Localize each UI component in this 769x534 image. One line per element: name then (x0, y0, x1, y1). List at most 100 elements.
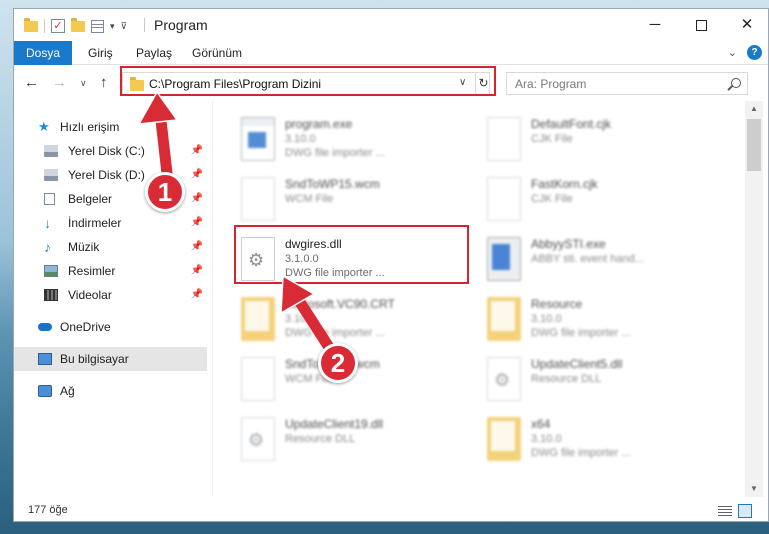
file-highlight-box (234, 225, 469, 284)
up-arrow-icon[interactable]: ↑ (100, 74, 108, 91)
address-highlight-box (120, 66, 496, 96)
file-item[interactable]: SndToWP15.wcm WCM File (239, 173, 479, 229)
search-box[interactable]: Ara: Program (506, 72, 748, 95)
status-bar: 177 öğe (14, 499, 768, 521)
scroll-down-icon[interactable]: ▼ (745, 481, 763, 497)
file-detail: WCM File (285, 193, 334, 205)
file-item[interactable]: UpdateClient19.dll Resource DLL (239, 413, 479, 469)
nav-item-label: Resimler (68, 264, 116, 278)
music-icon: ♪ (44, 239, 51, 255)
pictures-icon (44, 265, 58, 277)
nav-item-label: OneDrive (60, 320, 111, 334)
scroll-thumb[interactable] (747, 119, 761, 171)
nav-item-label: Ağ (60, 384, 75, 398)
tab-view[interactable]: Görünüm (180, 41, 254, 65)
pin-icon[interactable]: 📌 (191, 283, 203, 307)
nav-item-this-pc[interactable]: Bu bilgisayar (14, 347, 207, 371)
nav-item-pictures[interactable]: Resimler 📌 (14, 259, 207, 283)
maximize-button[interactable] (678, 9, 724, 41)
nav-item-label: Videolar (68, 288, 112, 302)
file-item[interactable]: SndToWP16.wcm WCM File (239, 353, 479, 409)
file-item[interactable]: FastKorn.cjk CJK File (485, 173, 725, 229)
dll-gear-icon (487, 357, 521, 401)
help-icon[interactable]: ? (747, 45, 762, 60)
file-name: program.exe (285, 117, 353, 131)
file-name: UpdateClient5.dll (531, 357, 623, 371)
star-icon: ★ (38, 119, 50, 134)
pin-icon[interactable]: 📌 (191, 235, 203, 259)
file-item[interactable]: DefaultFont.cjk CJK File (485, 113, 725, 169)
nav-item-label: Müzik (68, 240, 100, 254)
new-folder-icon[interactable] (71, 17, 85, 32)
file-icon (241, 357, 275, 401)
tab-file[interactable]: Dosya (14, 41, 72, 65)
customize-toolbar-icon[interactable]: ⊽ (121, 21, 128, 32)
file-detail: 3.10.0 (531, 313, 562, 325)
pin-icon[interactable]: 📌 (191, 139, 203, 163)
file-item[interactable]: Microsoft.VC90.CRT 3.10.0 DWG file impor… (239, 293, 479, 349)
minimize-button[interactable]: ─ (632, 9, 678, 41)
ribbon-tabs: Dosya Giriş Paylaş Görünüm ⌄ ? (14, 41, 768, 65)
properties-icon[interactable] (91, 19, 104, 33)
nav-item-label: Hızlı erişim (60, 120, 120, 134)
nav-item-videos[interactable]: Videolar 📌 (14, 283, 207, 307)
pin-icon[interactable]: 📌 (191, 163, 203, 187)
document-icon (44, 193, 55, 205)
tiles-view-icon[interactable] (738, 504, 752, 518)
vertical-scrollbar[interactable]: ▲ ▼ (745, 101, 763, 497)
nav-item-label: İndirmeler (68, 216, 122, 230)
nav-item-network[interactable]: Ağ (14, 379, 207, 403)
file-description: DWG file importer ... (285, 327, 385, 339)
nav-item-label: Belgeler (68, 192, 113, 206)
nav-item-onedrive[interactable]: OneDrive (14, 315, 207, 339)
file-item[interactable]: Resource 3.10.0 DWG file importer ... (485, 293, 725, 349)
file-name: FastKorn.cjk (531, 177, 598, 191)
folder-icon (241, 297, 275, 341)
file-name: x64 (531, 417, 551, 431)
file-item[interactable]: x64 3.10.0 DWG file importer ... (485, 413, 725, 469)
search-input[interactable]: Ara: Program (515, 77, 586, 91)
file-name: DefaultFont.cjk (531, 117, 612, 131)
file-item[interactable]: UpdateClient5.dll Resource DLL (485, 353, 725, 409)
file-item[interactable]: AbbyySTI.exe ABBY sti. event hand... (485, 233, 725, 289)
checkmark-icon[interactable]: ✓ (51, 19, 65, 33)
tab-share[interactable]: Paylaş (124, 41, 184, 65)
step-1-badge: 1 (145, 172, 185, 212)
step-2-badge: 2 (318, 343, 358, 383)
nav-item-downloads[interactable]: ↓ İndirmeler 📌 (14, 211, 207, 235)
tab-home[interactable]: Giriş (76, 41, 125, 65)
file-name: Microsoft.VC90.CRT (285, 297, 395, 311)
file-icon (487, 177, 521, 221)
details-view-icon[interactable] (718, 506, 732, 517)
expand-ribbon-icon[interactable]: ⌄ (728, 46, 737, 59)
nav-item-quick-access[interactable]: ★ Hızlı erişim (14, 115, 207, 139)
navigation-pane: ★ Hızlı erişim Yerel Disk (C:) 📌 Yerel D… (14, 101, 211, 497)
pin-icon[interactable]: 📌 (191, 187, 203, 211)
file-name: UpdateClient19.dll (285, 417, 384, 431)
file-detail: ABBY sti. event hand... (531, 253, 644, 265)
search-icon[interactable] (731, 78, 741, 88)
nav-item-music[interactable]: ♪ Müzik 📌 (14, 235, 207, 259)
file-detail: 3.10.0 (285, 313, 316, 325)
dll-gear-icon (241, 417, 275, 461)
back-arrow-icon[interactable]: ← (24, 74, 39, 91)
scroll-up-icon[interactable]: ▲ (745, 101, 763, 117)
file-detail: 3.10.0 (285, 133, 316, 145)
window-title: Program (154, 17, 208, 33)
file-item[interactable]: program.exe 3.10.0 DWG file importer ... (239, 113, 479, 169)
ribbon-controls: ⌄ ? (728, 45, 762, 60)
close-button[interactable]: ✕ (724, 9, 768, 41)
forward-arrow-icon[interactable]: → (52, 74, 67, 91)
file-detail: CJK File (531, 193, 573, 205)
file-detail: Resource DLL (285, 433, 356, 445)
file-detail: 3.10.0 (531, 433, 562, 445)
pin-icon[interactable]: 📌 (191, 259, 203, 283)
recent-locations-icon[interactable]: ∨ (80, 78, 87, 89)
file-icon (487, 117, 521, 161)
pin-icon[interactable]: 📌 (191, 211, 203, 235)
nav-item-label: Yerel Disk (D:) (68, 168, 145, 182)
pc-icon (38, 353, 52, 365)
chevron-down-icon[interactable]: ▾ (110, 21, 115, 32)
nav-item-disk-c[interactable]: Yerel Disk (C:) 📌 (14, 139, 207, 163)
network-icon (38, 385, 52, 397)
